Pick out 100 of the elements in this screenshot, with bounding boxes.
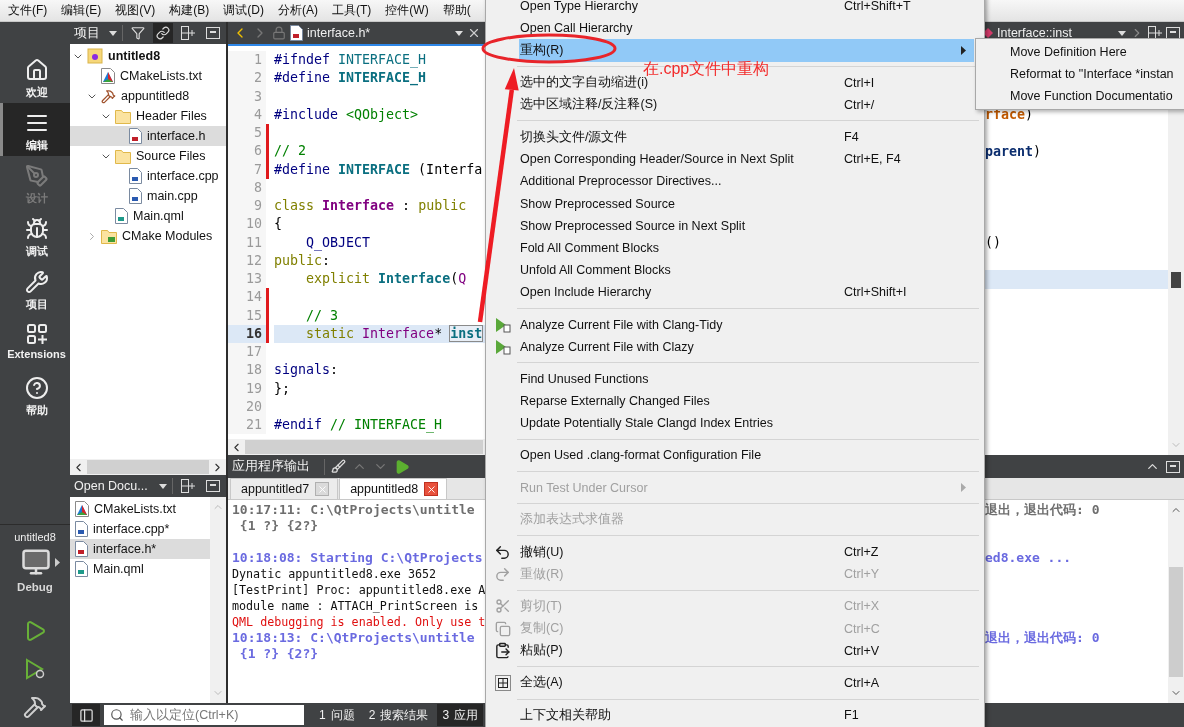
tree-item[interactable]: Header Files (70, 106, 226, 126)
caret-icon[interactable] (159, 483, 167, 489)
mode-button[interactable]: 项目 (0, 262, 70, 315)
shortcut-text: Ctrl+A (844, 675, 880, 690)
debug-run-icon[interactable] (23, 657, 47, 681)
tree-item[interactable]: Source Files (70, 146, 226, 166)
run-icon[interactable] (394, 458, 410, 475)
output-tab[interactable]: appuntitled8 (339, 478, 448, 499)
menu-item[interactable]: Fold All Comment Blocks (519, 236, 974, 260)
tree-item[interactable]: main.cpp (70, 186, 226, 206)
menu-item[interactable]: Open Type Hierarchy Ctrl+Shift+T (519, 0, 974, 18)
document-item[interactable]: interface.h* (70, 539, 210, 559)
scrollbar[interactable] (245, 440, 483, 454)
document-item[interactable]: Main.qml (70, 559, 210, 579)
menu-item[interactable]: Open Used .clang-format Configuration File (519, 444, 974, 467)
shortcut-text: Ctrl+Shift+I (844, 285, 907, 300)
menu-bar-item[interactable]: 视图(V) (107, 0, 162, 21)
output-pane-button[interactable]: 1 问题 (314, 704, 360, 726)
menu-bar-item[interactable]: 编辑(E) (53, 0, 108, 21)
line-number: 18 (228, 361, 266, 380)
tree-item[interactable]: CMakeLists.txt (70, 66, 226, 86)
filter-icon[interactable] (131, 26, 145, 40)
menu-bar-item[interactable]: 工具(T) (324, 0, 378, 21)
menu-bar-item[interactable]: 调试(D) (215, 0, 270, 21)
copy-icon (494, 620, 511, 637)
menu-item[interactable]: 粘贴(P) Ctrl+V (519, 639, 974, 662)
tree-item[interactable]: untitled8 (70, 46, 226, 66)
output-pane-button[interactable]: 2 搜索结果 (363, 704, 434, 726)
menu-item[interactable]: Update Potentially Stale Clangd Index Entries (519, 412, 974, 435)
menu-item[interactable]: Unfold All Comment Blocks (519, 259, 974, 282)
close-pane-icon[interactable] (1166, 460, 1180, 473)
close-pane-icon[interactable] (206, 480, 220, 492)
menu-item[interactable]: Open Call Hierarchy (519, 17, 974, 40)
sidebar-icon (78, 707, 94, 723)
scrollbar[interactable] (87, 460, 209, 474)
output-pane-button[interactable]: 3 应用 (437, 704, 484, 726)
split-icon[interactable] (181, 26, 195, 40)
menu-bar-item[interactable]: 分析(A) (270, 0, 324, 21)
mode-button[interactable]: 帮助 (0, 368, 70, 421)
menu-bar-item[interactable]: 控件(W) (377, 0, 435, 21)
close-icon[interactable] (425, 483, 437, 495)
tree-item[interactable]: interface.cpp (70, 166, 226, 186)
menu-item[interactable]: Analyze Current File with Clazy (519, 335, 974, 358)
link-icon[interactable] (156, 26, 170, 40)
caret-icon[interactable] (455, 30, 463, 36)
scrollbar-handle[interactable] (1169, 566, 1183, 677)
brush-icon[interactable] (331, 459, 346, 474)
line-number: 17 (228, 343, 266, 362)
split-icon[interactable] (181, 479, 195, 493)
menu-item[interactable]: Show Preprocessed Source (519, 192, 974, 215)
menu-item[interactable]: Reformat to "Interface *instan (976, 63, 1184, 85)
output-tab[interactable]: appuntitled7 (230, 478, 339, 499)
menu-item[interactable]: Reparse Externally Changed Files (519, 390, 974, 413)
cmake-icon (75, 501, 89, 517)
document-item[interactable]: CMakeLists.txt (70, 499, 210, 519)
file-icon (75, 521, 88, 537)
menu-item[interactable]: Move Function Documentatio (976, 85, 1184, 107)
menu-item[interactable]: 撤销(U) Ctrl+Z (519, 540, 974, 564)
menu-item[interactable]: 切换头文件/源文件 F4 (519, 125, 974, 149)
menu-bar-item[interactable]: 构建(B) (161, 0, 216, 21)
mode-button[interactable]: 编辑 (0, 103, 70, 156)
hammer-icon (101, 88, 116, 104)
split-icon[interactable] (1148, 26, 1162, 40)
line-number: 14 (228, 288, 266, 307)
tree-item[interactable]: interface.h (70, 126, 226, 146)
sidebar-toggle[interactable] (72, 704, 100, 726)
menu-item[interactable]: 全选(A) Ctrl+A (519, 671, 974, 695)
caret-icon[interactable] (109, 30, 117, 36)
shortcut-text: Ctrl+I (844, 75, 875, 90)
mode-button[interactable]: 欢迎 (0, 50, 70, 103)
menu-item[interactable]: 选中区域注释/反注释(S) Ctrl+/ (519, 93, 974, 116)
menu-item[interactable]: 上下文相关帮助 F1 (519, 704, 974, 727)
tree-item[interactable]: CMake Modules (70, 226, 226, 246)
tree-item[interactable]: Main.qml (70, 206, 226, 226)
menu-item[interactable]: Show Preprocessed Source in Next Split (519, 214, 974, 237)
tree-item[interactable]: appuntitled8 (70, 86, 226, 106)
document-item[interactable]: interface.cpp* (70, 519, 210, 539)
menu-item[interactable]: Move Definition Here (976, 41, 1184, 63)
menu-item[interactable]: Open Include Hierarchy Ctrl+Shift+I (519, 281, 974, 304)
menu-bar-item[interactable]: 帮助( (434, 0, 477, 21)
locator-field[interactable]: 输入以定位(Ctrl+K) (104, 705, 304, 725)
menu-bar-item[interactable]: 文件(F) (0, 0, 54, 21)
menu-item[interactable]: Find Unused Functions (519, 367, 974, 390)
menu-item[interactable]: Additional Preprocessor Directives... (519, 170, 974, 193)
shortcut-text: Ctrl+E, F4 (844, 152, 901, 167)
symbol-selector[interactable]: Interface::inst (997, 26, 1114, 40)
scrollbar-handle[interactable] (1171, 272, 1181, 288)
close-icon[interactable] (467, 26, 481, 40)
monitor-icon[interactable] (20, 547, 51, 577)
mode-button[interactable]: Extensions (0, 315, 70, 368)
panel-title[interactable]: 项目 (74, 24, 104, 42)
menu-item[interactable]: Analyze Current File with Clang-Tidy (519, 313, 974, 336)
line-number: 10 (228, 215, 266, 234)
menu-item[interactable]: Open Corresponding Header/Source in Next Split Ctrl+E, F4 (519, 148, 974, 171)
caret-icon[interactable] (1118, 30, 1126, 36)
line-number: 2 (228, 69, 266, 88)
mode-button[interactable]: 调试 (0, 209, 70, 262)
close-pane-icon[interactable] (206, 27, 220, 39)
code-line: // 2 (274, 142, 308, 161)
hammer-icon[interactable] (23, 695, 47, 719)
